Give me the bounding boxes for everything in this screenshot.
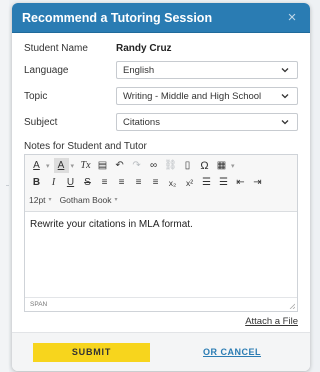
font-family-value: Gotham Book [59,194,112,205]
chevron-down-icon: ▾ [114,197,118,203]
numbered-list-icon[interactable]: ☰ [199,175,214,190]
rich-text-editor: A ▾ A ▾ Tx ▤ ↶ ↷ ∞ ⛓ ▯ Ω ▦ ▾ B I U S ≡ ≡… [24,154,298,312]
topic-label: Topic [24,90,48,102]
table-icon[interactable]: ▦ [214,158,229,173]
student-name-value: Randy Cruz [116,42,172,54]
element-path: SPAN [30,301,48,308]
outdent-icon[interactable]: ⇤ [233,175,248,190]
student-name-row: Student Name Randy Cruz [24,41,298,55]
dialog-header: Recommend a Tutoring Session × [12,3,310,33]
font-color-icon[interactable]: A [29,158,44,173]
subject-value: Citations [123,116,160,128]
background-color-icon[interactable]: A [53,158,69,173]
toolbar-row-2: B I U S ≡ ≡ ≡ ≡ x₂ x² ☰ ☰ ⇤ ⇥ [29,174,293,191]
cancel-link[interactable]: OR CANCEL [203,347,261,357]
close-icon[interactable]: × [284,9,300,26]
link-icon[interactable]: ∞ [146,158,161,173]
align-right-icon[interactable]: ≡ [131,175,146,190]
subject-row: Subject Citations [24,113,298,131]
superscript-icon[interactable]: x² [182,175,197,190]
notes-textarea[interactable]: Rewrite your citations in MLA format. [25,212,297,294]
bulleted-list-icon[interactable]: ☰ [216,175,231,190]
subject-select[interactable]: Citations [116,113,298,131]
recommend-session-dialog: Recommend a Tutoring Session × Student N… [12,3,310,371]
language-row: Language English [24,61,298,79]
topic-row: Topic Writing - Middle and High School [24,87,298,105]
bookmark-icon[interactable]: ▯ [180,158,195,173]
font-color-dropdown-icon[interactable]: ▾ [46,162,50,170]
italic-icon[interactable]: I [46,175,61,190]
editor-statusbar: SPAN [25,297,297,311]
strikethrough-icon[interactable]: S [80,175,95,190]
undo-icon[interactable]: ↶ [112,158,127,173]
remove-format-icon[interactable]: Tx [78,158,93,173]
notes-label: Notes for Student and Tutor [24,141,147,152]
topic-select[interactable]: Writing - Middle and High School [116,87,298,105]
font-size-value: 12pt [29,194,46,205]
toolbar-row-3: 12pt ▾ Gotham Book ▾ [29,191,293,208]
chevron-down-icon: ▾ [48,197,52,203]
redo-icon[interactable]: ↷ [129,158,144,173]
font-family-dropdown[interactable]: Gotham Book ▾ [60,195,118,205]
submit-button[interactable]: SUBMIT [33,342,150,362]
chevron-down-icon [281,120,289,125]
paste-icon[interactable]: ▤ [95,158,110,173]
bold-icon[interactable]: B [29,175,44,190]
dialog-title: Recommend a Tutoring Session [22,10,213,25]
topic-value: Writing - Middle and High School [123,90,262,102]
editor-toolbar: A ▾ A ▾ Tx ▤ ↶ ↷ ∞ ⛓ ▯ Ω ▦ ▾ B I U S ≡ ≡… [25,155,297,212]
special-char-icon[interactable]: Ω [197,158,212,173]
underline-icon[interactable]: U [63,175,78,190]
student-name-label: Student Name [24,42,88,54]
table-dropdown-icon[interactable]: ▾ [231,162,235,170]
subject-label: Subject [24,116,58,128]
dialog-footer: SUBMIT OR CANCEL [12,332,310,371]
language-select[interactable]: English [116,61,298,79]
align-center-icon[interactable]: ≡ [114,175,129,190]
language-label: Language [24,64,69,76]
chevron-down-icon [281,94,289,99]
subscript-icon[interactable]: x₂ [165,175,180,190]
unlink-icon[interactable]: ⛓ [163,158,178,173]
background-color-dropdown-icon[interactable]: ▾ [71,162,75,170]
page-backdrop [0,0,9,372]
align-justify-icon[interactable]: ≡ [148,175,163,190]
resize-handle-icon[interactable] [289,303,295,309]
indent-icon[interactable]: ⇥ [250,175,265,190]
font-size-dropdown[interactable]: 12pt ▾ [29,195,52,205]
language-value: English [123,64,155,76]
align-left-icon[interactable]: ≡ [97,175,112,190]
toolbar-row-1: A ▾ A ▾ Tx ▤ ↶ ↷ ∞ ⛓ ▯ Ω ▦ ▾ [29,157,293,174]
attach-file-link[interactable]: Attach a File [245,316,298,327]
chevron-down-icon [281,68,289,73]
